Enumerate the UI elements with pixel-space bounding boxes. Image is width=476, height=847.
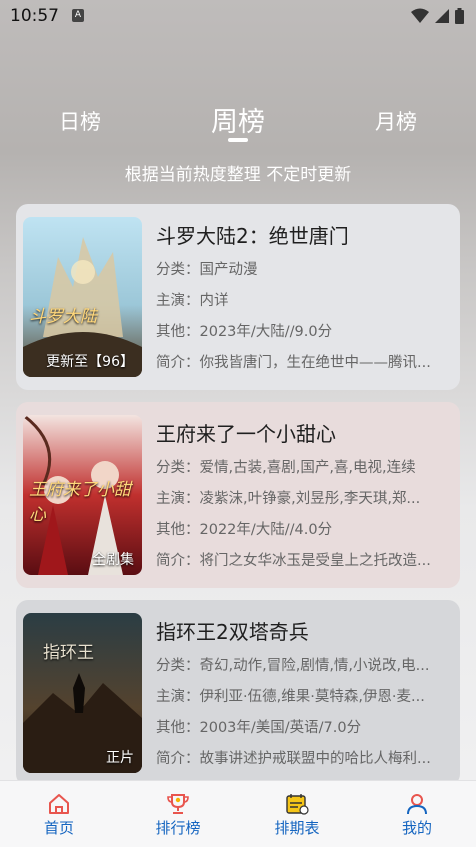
item-cast: 主演：凌紫沫,叶铮豪,刘昱彤,李天琪,郑... [156, 491, 421, 507]
active-tab-indicator [228, 138, 248, 142]
tab-daily[interactable]: 日榜 [30, 106, 130, 136]
nav-schedule-label: 排期表 [274, 819, 320, 837]
item-title: 斗罗大陆2：绝世唐门 [156, 224, 349, 248]
nav-ranking-label: 排行榜 [155, 819, 201, 837]
poster-title: 斗罗大陆 [29, 307, 97, 327]
item-category: 分类：国产动漫 [156, 262, 258, 278]
nav-home-label: 首页 [43, 819, 74, 837]
item-other: 其他：2022年/大陆//4.0分 [156, 522, 333, 538]
nav-me-label: 我的 [401, 819, 432, 837]
item-other: 其他：2003年/美国/英语/7.0分 [156, 720, 362, 736]
notification-badge: A [72, 9, 84, 22]
calendar-icon [286, 794, 309, 815]
trophy-icon [167, 794, 189, 814]
home-icon [49, 794, 69, 814]
bottom-nav: 首页 排行榜 排期表 我的 [0, 780, 476, 847]
item-intro: 简介：将门之女华冰玉是受皇上之托改造... [156, 553, 431, 569]
item-cast: 主演：伊利亚·伍德,维果·莫特森,伊恩·麦... [156, 689, 425, 705]
item-intro: 简介：你我皆唐门，生在绝世中——腾讯... [156, 355, 431, 371]
poster-title: 王府来了小甜心 [29, 480, 131, 525]
episode-tag: 更新至【96】 [46, 354, 134, 370]
battery-icon [455, 8, 464, 24]
episode-tag: 全剧集 [92, 552, 134, 568]
status-time: 10:57 [10, 6, 59, 26]
list-item[interactable]: 斗罗大陆 更新至【96】 斗罗大陆2：绝世唐门 分类：国产动漫 主演：内详 其他… [16, 204, 460, 390]
item-category: 分类：爱情,古装,喜剧,国产,喜,电视,连续 [156, 460, 416, 476]
item-title: 王府来了一个小甜心 [156, 422, 336, 446]
item-other: 其他：2023年/大陆//9.0分 [156, 324, 333, 340]
poster-image: 王府来了小甜心 全剧集 [23, 415, 142, 575]
tab-weekly[interactable]: 周榜 [188, 100, 288, 139]
signal-icon [435, 9, 449, 23]
ranking-tabs: 日榜 周榜 月榜 [0, 98, 476, 148]
list-item[interactable]: 指环王 正片 指环王2双塔奇兵 分类：奇幻,动作,冒险,剧情,情,小说改,电..… [16, 600, 460, 786]
item-cast: 主演：内详 [156, 293, 229, 309]
poster-image: 斗罗大陆 更新至【96】 [23, 217, 142, 377]
item-intro: 简介：故事讲述护戒联盟中的哈比人梅利... [156, 751, 431, 767]
nav-ranking[interactable]: 排行榜 [133, 793, 223, 838]
nav-schedule[interactable]: 排期表 [252, 793, 342, 838]
episode-tag: 正片 [106, 750, 134, 766]
poster-title: 指环王 [43, 643, 94, 663]
poster-image: 指环王 正片 [23, 613, 142, 773]
list-item[interactable]: 王府来了小甜心 全剧集 王府来了一个小甜心 分类：爱情,古装,喜剧,国产,喜,电… [16, 402, 460, 588]
ranking-subtitle: 根据当前热度整理 不定时更新 [124, 165, 352, 185]
item-title: 指环王2双塔奇兵 [156, 620, 309, 644]
item-category: 分类：奇幻,动作,冒险,剧情,情,小说改,电... [156, 658, 430, 674]
tab-monthly[interactable]: 月榜 [346, 106, 446, 136]
nav-home[interactable]: 首页 [14, 793, 104, 838]
user-icon [407, 794, 427, 815]
status-bar: 10:57 A [0, 0, 476, 34]
nav-me[interactable]: 我的 [372, 793, 462, 838]
wifi-icon [411, 8, 429, 23]
